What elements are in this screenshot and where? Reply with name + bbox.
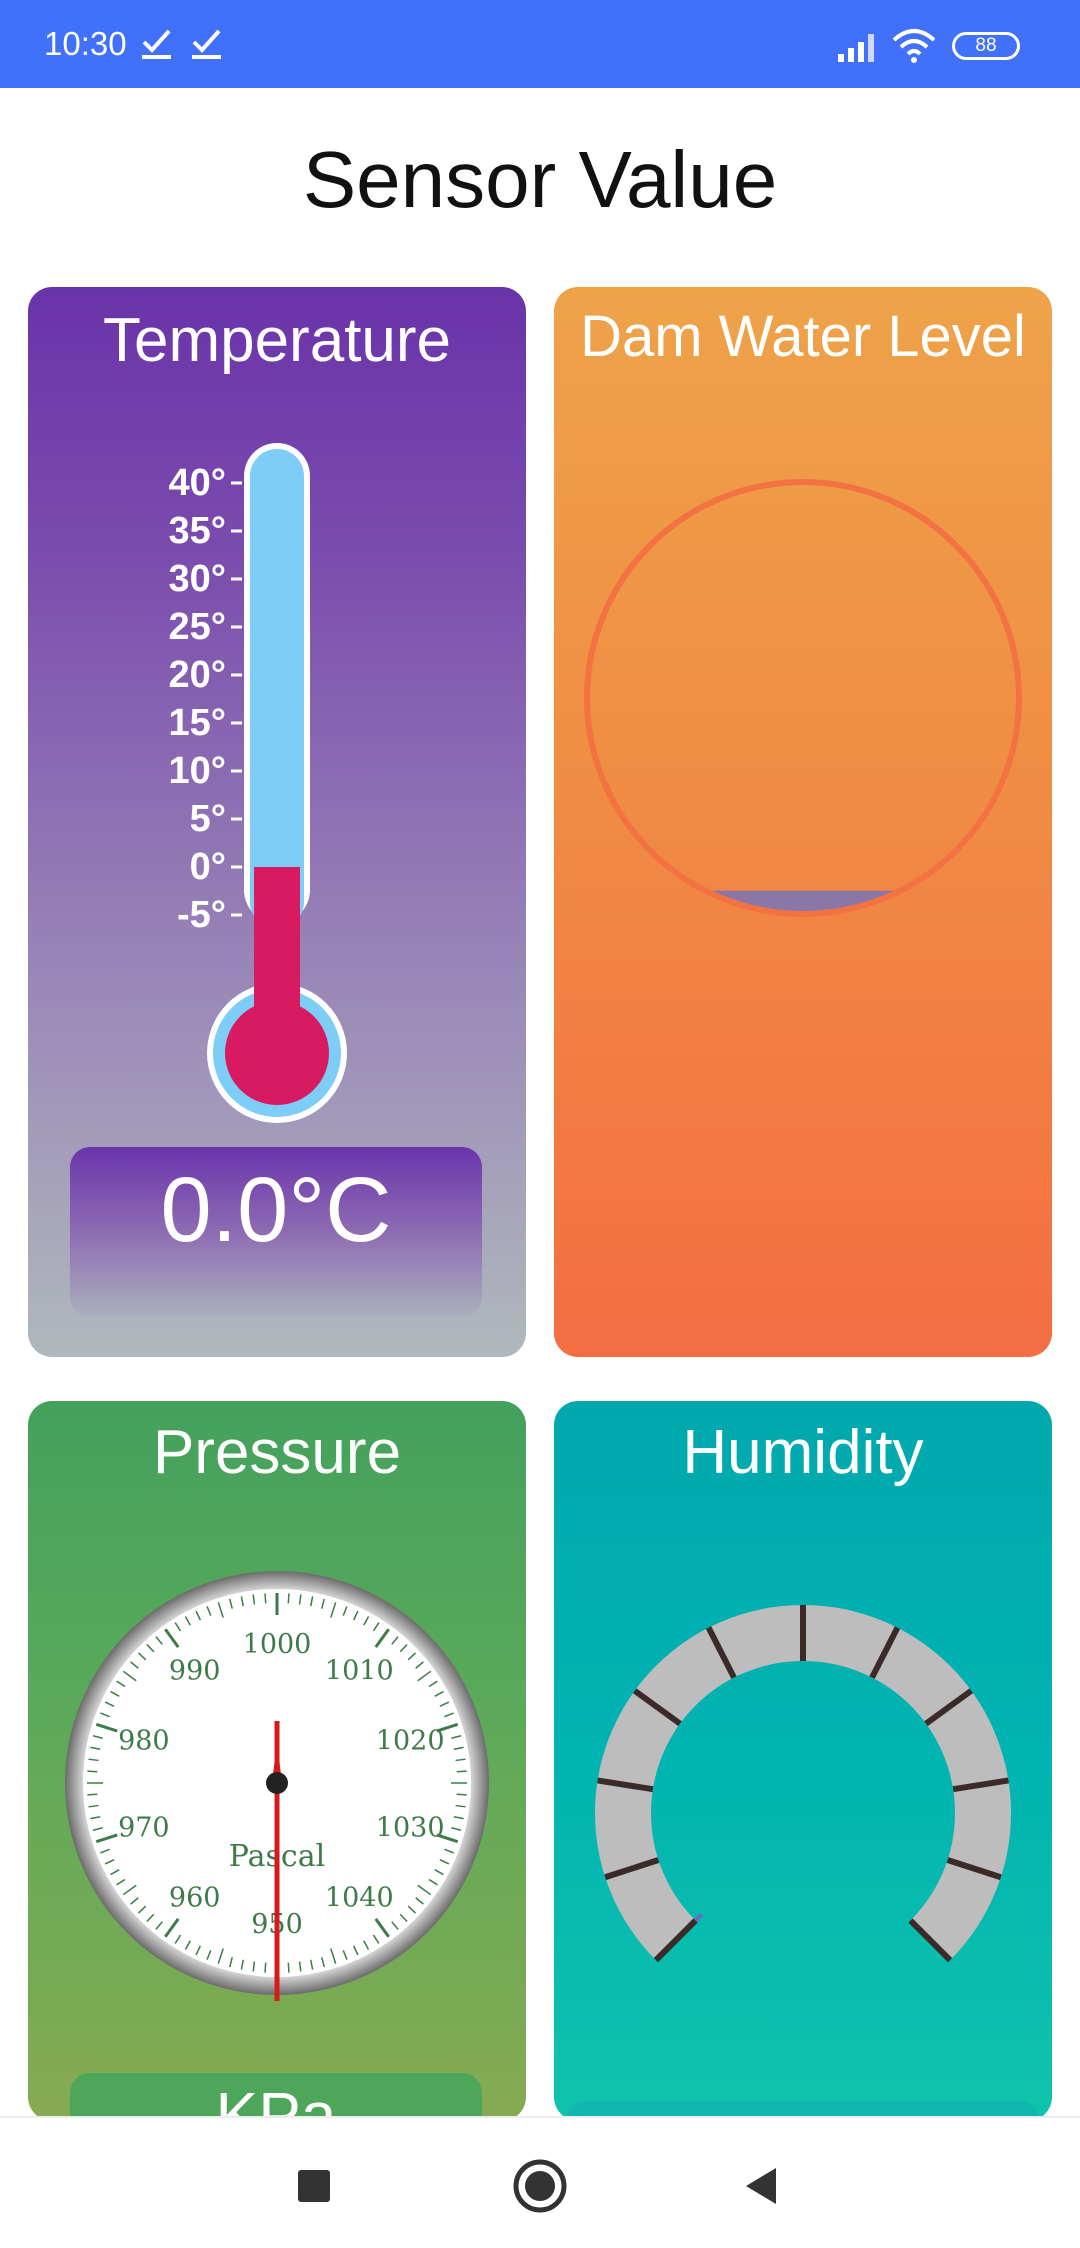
temperature-value: 0.0°C — [160, 1159, 392, 1261]
dial-tick — [87, 1793, 98, 1796]
dial-label: 1040 — [325, 1882, 394, 1913]
temperature-value-box: 0.0°C — [70, 1147, 482, 1317]
thermometer: 40° 35° 30° 25° 20° 15° 10° 5° 0° -5° — [169, 443, 347, 1123]
humidity-card[interactable]: Humidity — [554, 1401, 1052, 2121]
humidity-value-arc — [694, 1913, 703, 1922]
dial-tick — [287, 1962, 290, 1973]
temperature-scale-label: 0° — [190, 846, 226, 888]
temperature-scale-label: -5° — [177, 894, 226, 936]
dial-tick — [456, 1770, 467, 1773]
pressure-unit-box: KPa — [70, 2073, 482, 2121]
dial-label: 990 — [169, 1656, 221, 1687]
page-title: Sensor Value — [302, 135, 778, 224]
pressure-card[interactable]: Pressure 1000101010201030104095096097098… — [28, 1401, 526, 2121]
signal-icon — [838, 34, 874, 62]
check-icon — [142, 29, 171, 59]
dial-tick — [87, 1770, 98, 1773]
dial-label: 1020 — [376, 1726, 445, 1757]
back-button[interactable] — [742, 2166, 780, 2206]
temperature-scale-label: 30° — [169, 558, 226, 600]
dial-tick — [456, 1793, 467, 1796]
needle-hub — [266, 1772, 288, 1794]
battery-icon: 88 — [952, 32, 1020, 60]
temperature-scale-label: 10° — [169, 750, 226, 792]
wifi-icon — [892, 29, 936, 63]
water-level-ring — [584, 479, 1022, 917]
humidity-track — [595, 1605, 1011, 1961]
temperature-scale-label: 40° — [169, 462, 226, 504]
dial-label: 1010 — [325, 1656, 394, 1687]
temperature-scale-label: 35° — [169, 510, 226, 552]
thermometer-tube — [250, 449, 304, 929]
check-icon — [192, 29, 221, 59]
temperature-scale-label: 5° — [190, 798, 226, 840]
water-level-gauge — [584, 479, 1022, 917]
temperature-card[interactable]: Temperature 40° 35° 30° 25° 20° 15° 10° 5° 0° -5°… — [28, 287, 526, 1357]
dial-label: 960 — [169, 1882, 221, 1913]
dial-tick — [287, 1593, 290, 1604]
pressure-unit: KPa — [215, 2079, 337, 2121]
home-button[interactable] — [512, 2158, 568, 2214]
dial-label: 970 — [118, 1812, 170, 1843]
status-bar: 10:30 88 — [0, 0, 1080, 88]
dial-label: 980 — [118, 1726, 170, 1757]
dial-tick — [264, 1593, 267, 1604]
temperature-scale-label: 15° — [169, 702, 226, 744]
mercury-bulb — [225, 1001, 329, 1105]
temperature-scale-label: 25° — [169, 606, 226, 648]
recent-apps-button[interactable] — [296, 2168, 332, 2204]
dial-tick — [264, 1962, 267, 1973]
navigation-bar — [0, 2116, 1080, 2248]
dial-label: 1030 — [376, 1812, 445, 1843]
battery-level: 88 — [975, 35, 997, 56]
temperature-scale-label: 20° — [169, 654, 226, 696]
humidity-gauge — [595, 1605, 1011, 1963]
dam-water-level-card[interactable]: Dam Water Level — [554, 287, 1052, 1357]
pressure-dial: 10001010102010301040950960970980990 Pasc… — [65, 1571, 489, 2001]
dial-label: 1000 — [243, 1629, 312, 1660]
status-time: 10:30 — [44, 25, 127, 62]
